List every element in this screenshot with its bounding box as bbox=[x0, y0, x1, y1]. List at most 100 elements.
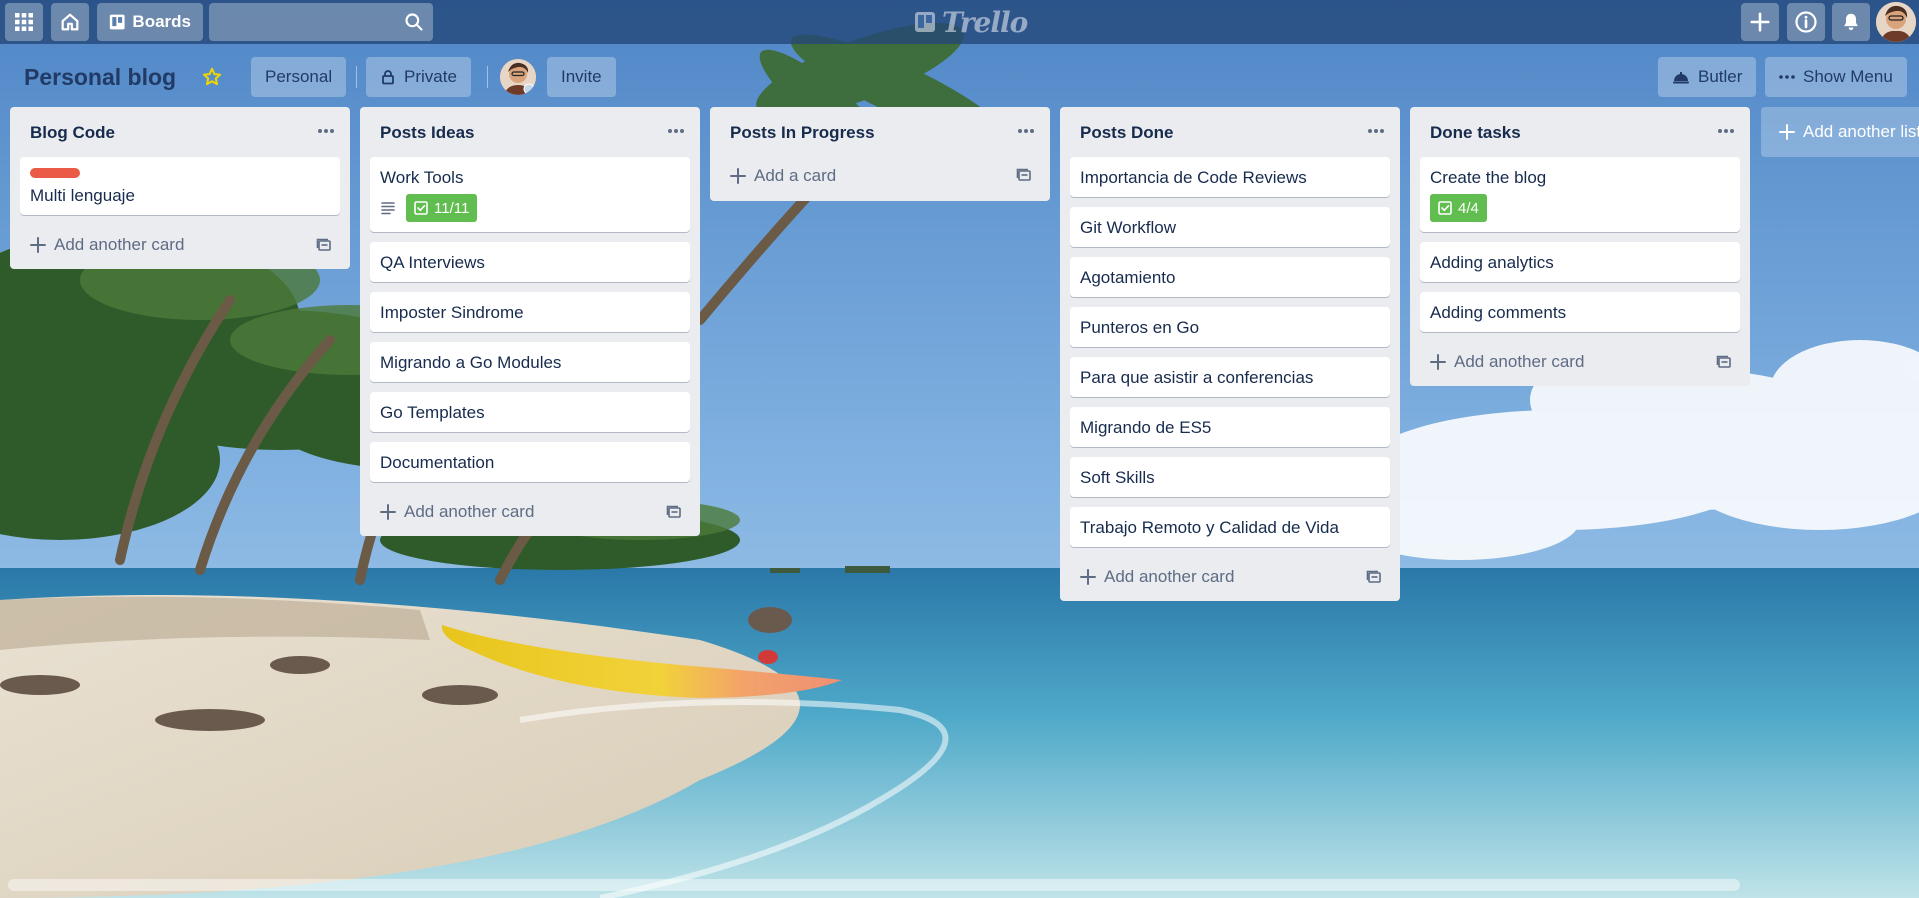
card-title: Documentation bbox=[380, 453, 495, 472]
invite-button[interactable]: Invite bbox=[547, 57, 616, 97]
list-title[interactable]: Posts Ideas bbox=[380, 123, 680, 143]
add-list-button[interactable]: Add another list bbox=[1761, 107, 1919, 157]
card-title: Create the blog bbox=[1430, 168, 1547, 187]
add-card-label: Add another card bbox=[54, 235, 185, 254]
list-title[interactable]: Done tasks bbox=[1430, 123, 1730, 143]
card-template-icon[interactable] bbox=[1016, 167, 1032, 183]
card-template-icon[interactable] bbox=[666, 504, 682, 520]
card-title: Importancia de Code Reviews bbox=[1080, 168, 1307, 187]
add-card-button[interactable]: Add a card bbox=[710, 151, 1050, 201]
card[interactable]: Imposter Sindrome bbox=[370, 292, 690, 332]
header-divider bbox=[487, 66, 488, 88]
trello-logo-icon bbox=[915, 12, 935, 32]
card[interactable]: QA Interviews bbox=[370, 242, 690, 282]
board-title[interactable]: Personal blog bbox=[14, 56, 186, 98]
card-title: Para que asistir a conferencias bbox=[1080, 368, 1314, 387]
card-template-icon[interactable] bbox=[1366, 569, 1382, 585]
card-title: QA Interviews bbox=[380, 253, 485, 272]
list-title[interactable]: Posts Done bbox=[1080, 123, 1380, 143]
plus-icon bbox=[1779, 124, 1795, 140]
list-menu-icon[interactable] bbox=[314, 121, 338, 141]
card-title: Punteros en Go bbox=[1080, 318, 1200, 337]
top-navigation-bar: Boards Trello bbox=[0, 0, 1919, 44]
card[interactable]: Create the blog 4/4 bbox=[1420, 157, 1740, 232]
butler-button[interactable]: Butler bbox=[1658, 57, 1757, 97]
info-icon bbox=[1795, 11, 1817, 33]
card-title: Migrando a Go Modules bbox=[380, 353, 562, 372]
search-icon[interactable] bbox=[404, 12, 424, 32]
trello-logo[interactable]: Trello bbox=[914, 6, 1028, 39]
card-badges: 11/11 bbox=[380, 194, 680, 222]
list-header[interactable]: Posts Ideas bbox=[360, 107, 700, 157]
list-title[interactable]: Blog Code bbox=[30, 123, 330, 143]
plus-icon bbox=[380, 504, 396, 520]
card[interactable]: Documentation bbox=[370, 442, 690, 482]
add-card-label: Add a card bbox=[754, 166, 837, 185]
list-menu-icon[interactable] bbox=[1714, 121, 1738, 141]
scrollbar-thumb[interactable] bbox=[8, 879, 1740, 891]
team-button[interactable]: Personal bbox=[251, 57, 347, 97]
visibility-button[interactable]: Private bbox=[366, 57, 471, 97]
list-header[interactable]: Posts In Progress bbox=[710, 107, 1050, 157]
add-card-button[interactable]: Add another card bbox=[360, 488, 700, 536]
bell-icon bbox=[1844, 13, 1858, 31]
member-avatar[interactable] bbox=[500, 59, 536, 95]
invite-label: Invite bbox=[561, 67, 602, 86]
card[interactable]: Git Workflow bbox=[1070, 207, 1390, 247]
card[interactable]: Adding comments bbox=[1420, 292, 1740, 332]
apps-grid-button[interactable] bbox=[5, 3, 43, 41]
card[interactable]: Soft Skills bbox=[1070, 457, 1390, 497]
card-template-icon[interactable] bbox=[1716, 354, 1732, 370]
list-menu-icon[interactable] bbox=[1364, 121, 1388, 141]
card[interactable]: Go Templates bbox=[370, 392, 690, 432]
card-title: Adding comments bbox=[1430, 303, 1567, 322]
list-posts-ideas: Posts Ideas Work Tools 11/11 QA Intervie… bbox=[360, 107, 700, 536]
notifications-button[interactable] bbox=[1832, 3, 1870, 41]
checklist-count: 4/4 bbox=[1458, 199, 1479, 217]
plus-icon bbox=[730, 168, 746, 184]
horizontal-scrollbar[interactable] bbox=[0, 876, 1919, 894]
card-badges: 4/4 bbox=[1430, 194, 1730, 222]
list-header[interactable]: Done tasks bbox=[1410, 107, 1750, 157]
user-avatar-button[interactable] bbox=[1876, 2, 1916, 42]
list-header[interactable]: Blog Code bbox=[10, 107, 350, 157]
boards-label: Boards bbox=[132, 12, 191, 31]
card[interactable]: Migrando a Go Modules bbox=[370, 342, 690, 382]
card[interactable]: Agotamiento bbox=[1070, 257, 1390, 297]
plus-icon bbox=[30, 237, 46, 253]
add-card-button[interactable]: Add another card bbox=[1060, 553, 1400, 601]
card-title: Multi lenguaje bbox=[30, 186, 135, 205]
card-label-red[interactable] bbox=[30, 168, 80, 178]
card-title: Soft Skills bbox=[1080, 468, 1155, 487]
boards-button[interactable]: Boards bbox=[97, 3, 203, 41]
card[interactable]: Para que asistir a conferencias bbox=[1070, 357, 1390, 397]
card[interactable]: Migrando de ES5 bbox=[1070, 407, 1390, 447]
home-button[interactable] bbox=[51, 3, 89, 41]
add-card-button[interactable]: Add another card bbox=[10, 221, 350, 269]
add-card-label: Add another card bbox=[404, 502, 535, 521]
card[interactable]: Importancia de Code Reviews bbox=[1070, 157, 1390, 197]
card[interactable]: Adding analytics bbox=[1420, 242, 1740, 282]
create-button[interactable] bbox=[1741, 3, 1779, 41]
search-input[interactable] bbox=[209, 3, 433, 41]
card[interactable]: Trabajo Remoto y Calidad de Vida bbox=[1070, 507, 1390, 547]
card-template-icon[interactable] bbox=[316, 237, 332, 253]
search-box bbox=[209, 3, 433, 41]
user-avatar-image bbox=[1876, 2, 1916, 42]
list-header[interactable]: Posts Done bbox=[1060, 107, 1400, 157]
visibility-label: Private bbox=[404, 67, 457, 86]
list-menu-icon[interactable] bbox=[664, 121, 688, 141]
card[interactable]: Punteros en Go bbox=[1070, 307, 1390, 347]
show-menu-button[interactable]: Show Menu bbox=[1765, 57, 1907, 97]
card-title: Imposter Sindrome bbox=[380, 303, 524, 322]
add-card-button[interactable]: Add another card bbox=[1410, 338, 1750, 386]
plus-icon bbox=[1080, 569, 1096, 585]
lock-icon bbox=[382, 70, 394, 85]
card[interactable]: Multi lenguaje bbox=[20, 157, 340, 215]
star-board-button[interactable] bbox=[193, 57, 231, 97]
list-title[interactable]: Posts In Progress bbox=[730, 123, 1030, 143]
card[interactable]: Work Tools 11/11 bbox=[370, 157, 690, 232]
card-title: Trabajo Remoto y Calidad de Vida bbox=[1080, 518, 1339, 537]
info-button[interactable] bbox=[1787, 3, 1825, 41]
list-menu-icon[interactable] bbox=[1014, 121, 1038, 141]
